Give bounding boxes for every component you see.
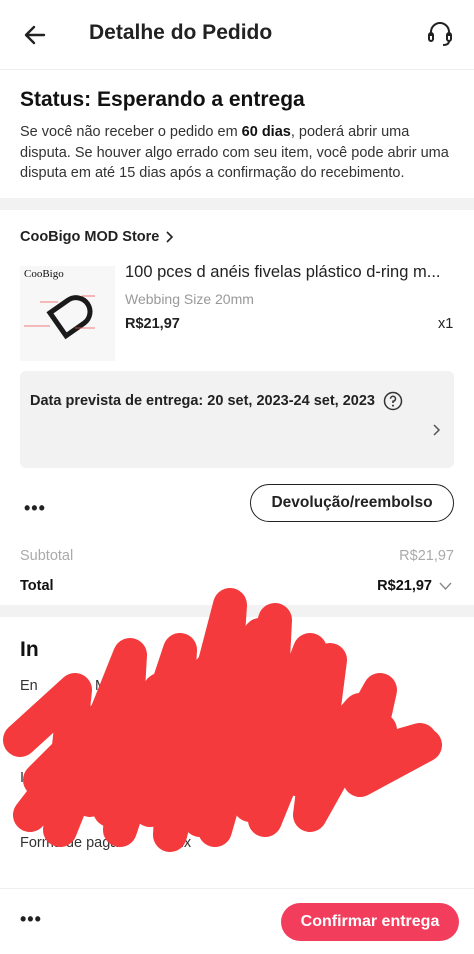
headset-icon[interactable] [424, 18, 456, 50]
top-bar: Detalhe do Pedido [0, 0, 474, 70]
total-label: Total [20, 578, 54, 594]
section-divider [0, 198, 474, 210]
question-circle-icon[interactable] [383, 391, 403, 411]
section-divider [0, 605, 474, 617]
refund-button[interactable]: Devolução/reembolso [250, 484, 454, 522]
status-desc-days: 60 dias [241, 124, 291, 140]
more-options-button[interactable]: ••• [20, 909, 42, 930]
confirm-delivery-button[interactable]: Confirmar entrega [281, 903, 459, 941]
subtotal-value: R$21,97 [399, 548, 454, 564]
status-title: Status: Esperando a entrega [20, 88, 305, 111]
info-line2-value: 5 [140, 698, 149, 714]
info-line-label: En [20, 678, 38, 694]
order-number-value: 23 [203, 802, 220, 818]
chevron-right-icon [166, 231, 174, 243]
status-description: Se você não receber o pedido em 60 dias,… [20, 122, 454, 184]
id-label: ID [20, 770, 35, 786]
info-line3-value: 312 [392, 738, 417, 754]
delivery-estimate-card[interactable]: Data prevista de entrega: 20 set, 2023-2… [20, 371, 454, 468]
order-number-label: Ped [20, 802, 46, 818]
payment-method-label: Forma de paga [20, 835, 119, 851]
status-desc-part1: Se você não receber o pedido em [20, 124, 242, 140]
status-section: Status: Esperando a entrega Se você não … [0, 70, 474, 198]
total-value: R$21,97 [377, 578, 432, 594]
delivery-estimate-label: Data prevista de entrega: 20 set, 2023-2… [30, 393, 375, 409]
store-link[interactable]: CooBigo MOD Store [20, 229, 175, 245]
order-info-section: In En Ma 5 312 ID Ped 23 Forma de paga P… [0, 620, 474, 870]
page-title: Detalhe do Pedido [89, 21, 273, 44]
bottom-action-bar: ••• Confirmar entrega [0, 888, 474, 954]
info-line-value: Ma [95, 678, 116, 694]
chevron-down-icon[interactable] [439, 581, 452, 591]
payment-method-value: Pix [171, 835, 192, 851]
product-variant: Webbing Size 20mm [125, 291, 254, 307]
product-image[interactable]: CooBigo [20, 266, 115, 361]
product-quantity: x1 [438, 316, 454, 332]
order-info-title: In [20, 638, 39, 661]
arrow-left-icon[interactable] [20, 20, 50, 50]
store-name: CooBigo MOD Store [20, 229, 160, 245]
more-options-button[interactable]: ••• [24, 498, 46, 519]
d-ring-illustration [24, 295, 95, 340]
product-price: R$21,97 [125, 316, 180, 332]
product-name[interactable]: 100 pces d anéis fivelas plástico d-ring… [125, 263, 455, 282]
subtotal-label: Subtotal [20, 548, 74, 564]
chevron-right-icon [433, 424, 441, 436]
